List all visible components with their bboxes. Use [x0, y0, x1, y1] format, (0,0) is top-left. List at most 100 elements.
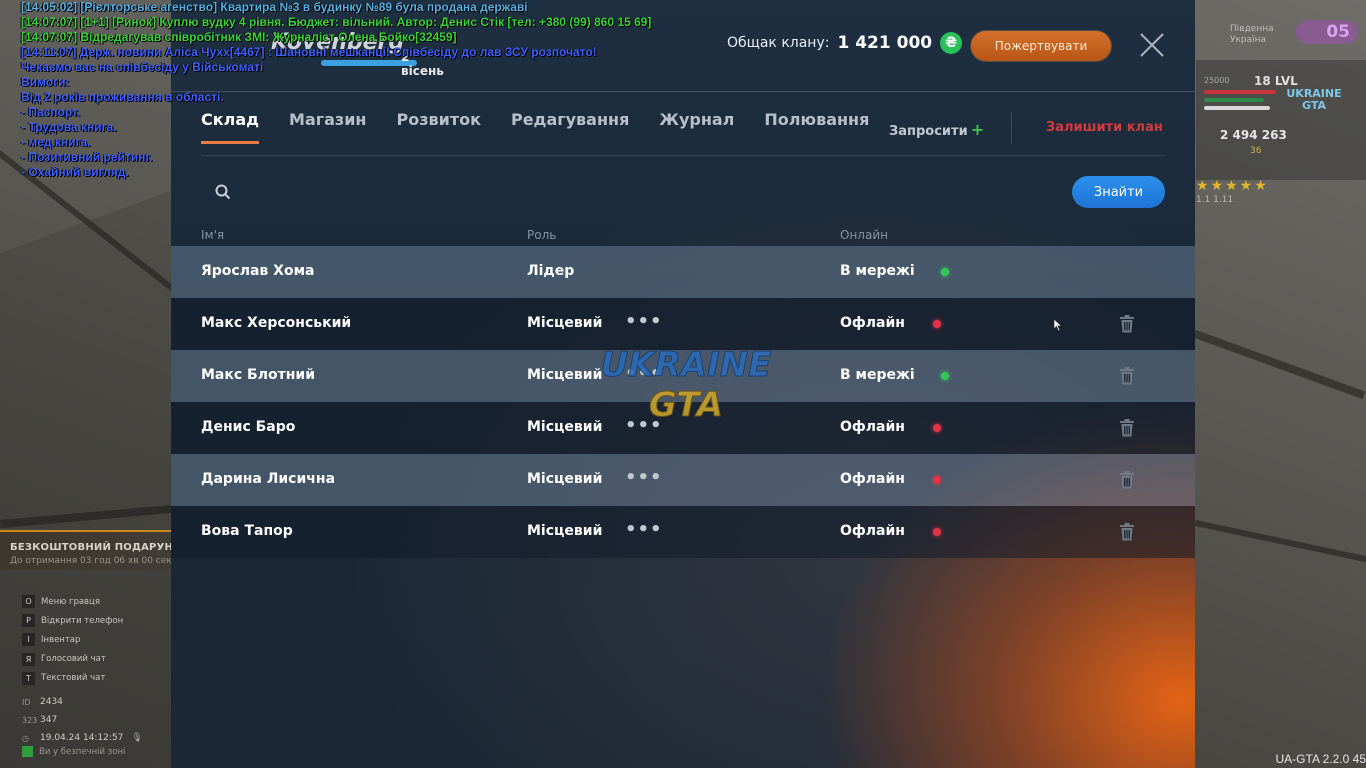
level-value: 18 LVL: [1254, 74, 1298, 88]
member-role: Місцевий: [527, 315, 603, 331]
hryvnia-icon: ₴: [940, 32, 963, 54]
wanted-stars: ★★★★★: [1196, 178, 1269, 194]
table-row[interactable]: Макс Блотний Місцевий ••• В мережі: [171, 350, 1195, 402]
right-hud: Південна Україна 05 25000 18 LVL UKRAINE…: [1196, 0, 1366, 768]
chat-line: [14:05:02] [Рієлторське агенство] Кварти…: [21, 0, 528, 14]
member-status: В мережі: [840, 263, 915, 279]
member-name: Макс Херсонський: [201, 315, 352, 331]
hotkey-label: Інвентар: [41, 634, 81, 645]
close-icon[interactable]: [1139, 32, 1165, 58]
player-id: 2434: [40, 697, 63, 707]
id-label: ID: [22, 697, 31, 707]
invite-label: Запросити: [889, 124, 968, 139]
member-name: Ярослав Хома: [201, 263, 315, 279]
role-menu-icon[interactable]: •••: [625, 415, 663, 436]
tab-5[interactable]: Полювання: [764, 110, 869, 143]
status-dot-icon: [941, 372, 949, 380]
hotkey-row: I Інвентар: [22, 630, 172, 649]
trash-icon[interactable]: [1119, 523, 1135, 541]
member-role: Місцевий: [527, 419, 603, 435]
donate-button[interactable]: Пожертвувати: [971, 31, 1111, 61]
hotkey-key: O: [22, 595, 35, 609]
hotkey-key: Я: [22, 652, 35, 666]
hotkey-label: Відкрити телефон: [41, 615, 124, 626]
hotkey-row: Я Голосовий чат: [22, 650, 172, 669]
member-role: Місцевий: [527, 471, 603, 487]
member-role: Місцевий: [527, 523, 603, 539]
find-button[interactable]: Знайти: [1072, 176, 1165, 208]
leave-clan-button[interactable]: Залишити клан: [1046, 120, 1163, 135]
hotkey-row: P Відкрити телефон: [22, 611, 172, 630]
player-stats: ID 2434 323 347 ◷ 19.04.24 14:12:57 🎙: [22, 693, 172, 747]
trash-icon[interactable]: [1119, 367, 1135, 385]
hotkey-row: T Текстовий чат: [22, 669, 172, 688]
table-row[interactable]: Макс Херсонський Місцевий ••• Офлайн: [171, 298, 1195, 350]
free-gift-banner[interactable]: БЕЗКОШТОВНИЙ ПОДАРУНОК До отримання 03 г…: [0, 530, 191, 570]
role-menu-icon[interactable]: •••: [625, 363, 663, 384]
member-role: Лідер: [527, 263, 575, 279]
trash-icon[interactable]: [1119, 315, 1135, 333]
member-name: Денис Баро: [201, 419, 296, 435]
hotkey-key: I: [22, 633, 35, 647]
microphone-icon: 🎙: [131, 733, 143, 743]
xp-value: 25000: [1204, 76, 1230, 85]
armor-bar: [1204, 98, 1264, 102]
health-bar: [1204, 90, 1276, 94]
table-row[interactable]: Вова Тапор Місцевий ••• Офлайн: [171, 506, 1195, 558]
trash-icon[interactable]: [1119, 471, 1135, 489]
hotkey-hints: O Меню гравця P Відкрити телефон I Інвентар Я Г…: [22, 592, 172, 688]
header-online: Онлайн: [840, 228, 888, 242]
chat-line: - мед.книга.: [21, 135, 91, 149]
search-icon: [215, 184, 231, 200]
bank-value: 1 421 000: [837, 33, 933, 53]
coin-value: 36: [1250, 146, 1262, 156]
gift-countdown: До отримання 03 год 06 хв 00 сек: [10, 556, 172, 566]
safe-zone-label: Ви у безпечній зоні: [39, 746, 126, 757]
status-dot-icon: [933, 476, 941, 484]
role-menu-icon[interactable]: •••: [625, 519, 663, 540]
invite-button[interactable]: Запросити +: [889, 120, 984, 139]
status-dot-icon: [933, 528, 941, 536]
build-version: UA-GTA 2.2.0 45: [1275, 752, 1366, 766]
gift-title: БЕЗКОШТОВНИЙ ПОДАРУНОК: [10, 542, 191, 553]
region-label: Південна Україна: [1230, 24, 1274, 45]
players-online: 347: [40, 715, 58, 725]
chat-line: [14:11:07] Держ. новини Аліса Чухх[4467]…: [21, 45, 597, 59]
table-row[interactable]: Денис Баро Місцевий ••• Офлайн: [171, 402, 1195, 454]
wanted-badge: 05: [1296, 20, 1358, 44]
header-role: Роль: [527, 228, 557, 242]
member-role: Місцевий: [527, 367, 603, 383]
member-name: Макс Блотний: [201, 367, 316, 383]
member-status: Офлайн: [840, 419, 905, 435]
chat-line: Вимоги:: [21, 75, 70, 89]
hotkey-key: P: [22, 614, 35, 628]
hotkey-label: Меню гравця: [41, 596, 100, 607]
plus-icon: +: [970, 120, 985, 139]
member-name: Дарина Лисична: [201, 471, 336, 487]
chat-line: Від 2 років проживання в області.: [21, 90, 224, 104]
chat-line: - Охайний вигляд.: [21, 165, 129, 179]
chat-line: Чекаємо вас на співбесіду у Військоматі: [21, 60, 264, 74]
table-row[interactable]: Дарина Лисична Місцевий ••• Офлайн: [171, 454, 1195, 506]
role-menu-icon[interactable]: •••: [625, 311, 663, 332]
safe-zone-indicator: Ви у безпечній зоні: [22, 746, 125, 757]
chat-line: - Трудова книга.: [21, 120, 117, 134]
chat-line: - Позитивний рейтинг.: [21, 150, 153, 164]
member-status: В мережі: [840, 367, 915, 383]
online-label: 323: [22, 715, 38, 725]
status-dot-icon: [933, 424, 941, 432]
table-row[interactable]: Ярослав Хома Лідер В мережі: [171, 246, 1195, 298]
trash-icon[interactable]: [1119, 419, 1135, 437]
game-chat: [14:05:02] [Рієлторське агенство] Кварти…: [21, 0, 741, 180]
status-dot-icon: [941, 268, 949, 276]
header-divider: [1011, 112, 1012, 144]
members-table: Ярослав Хома Лідер В мережі Макс Херсонськи…: [171, 246, 1195, 558]
hotkey-key: T: [22, 671, 35, 685]
role-menu-icon[interactable]: •••: [625, 467, 663, 488]
chat-line: - Паспорт.: [21, 105, 81, 119]
money-value: 2 494 263: [1220, 128, 1287, 142]
member-name: Вова Тапор: [201, 523, 293, 539]
clock-icon: ◷: [22, 733, 29, 743]
table-header: Ім'я Роль Онлайн: [171, 226, 1195, 246]
member-status: Офлайн: [840, 523, 905, 539]
